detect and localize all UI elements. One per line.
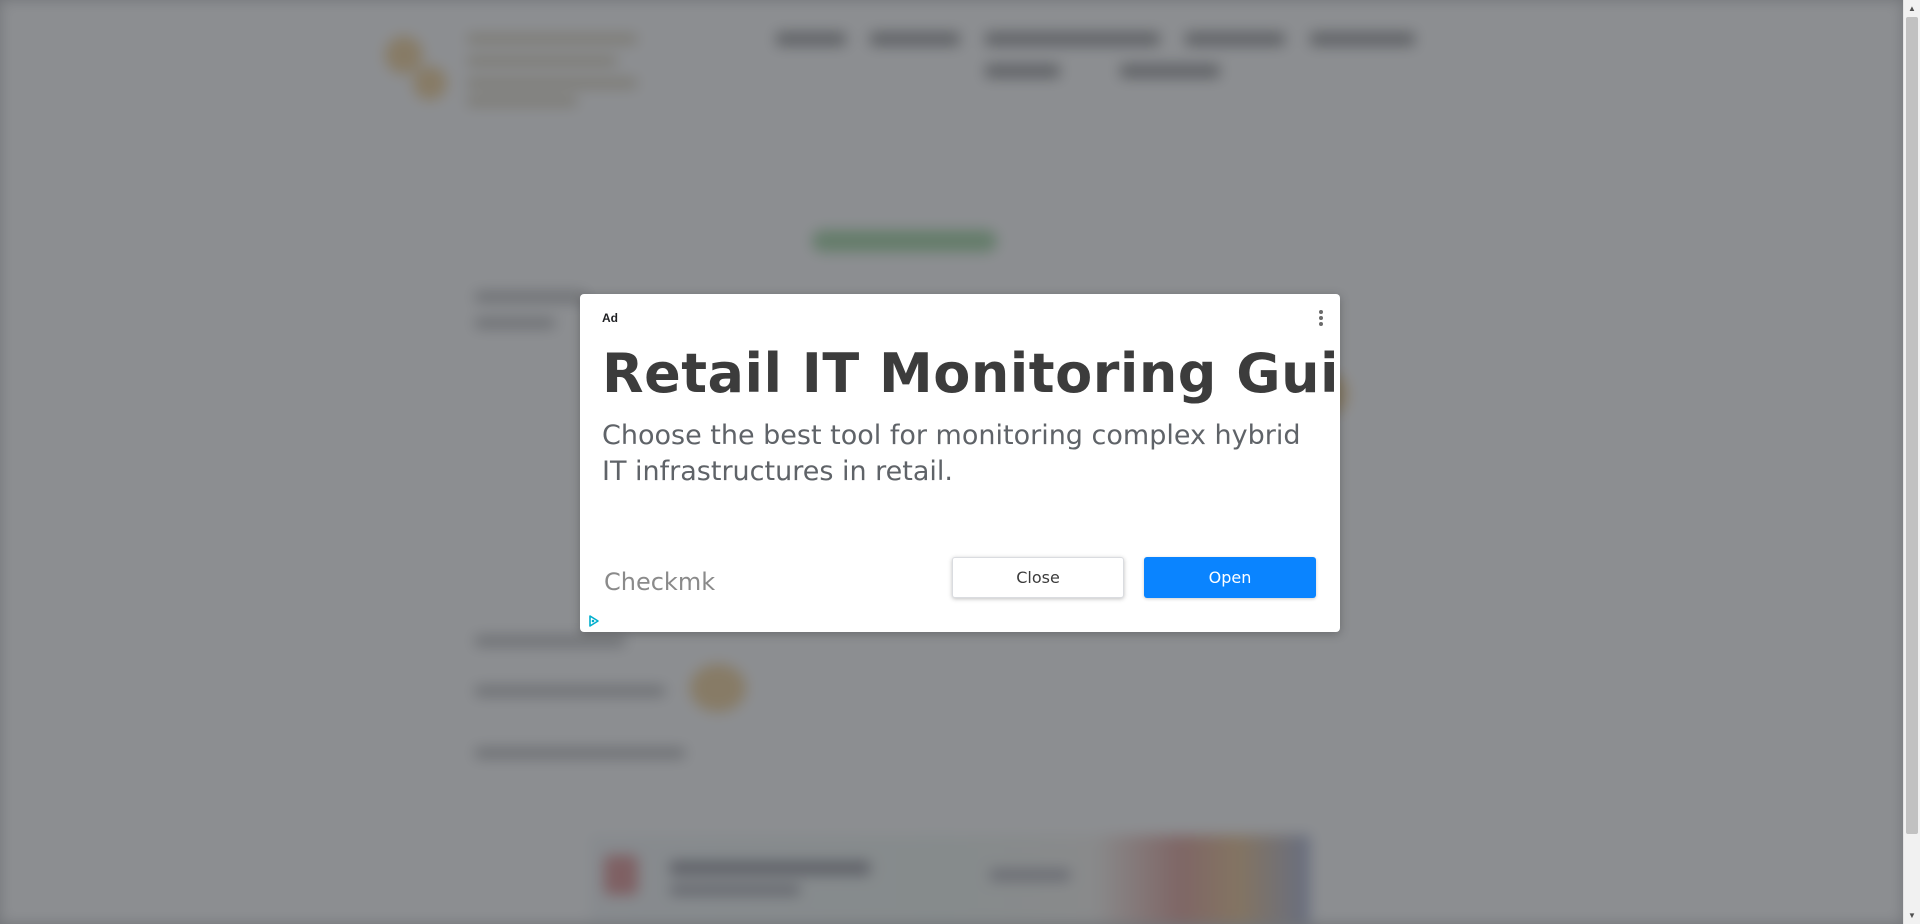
interstitial-ad: Ad Retail IT Monitoring Guide Choose the… <box>580 294 1340 632</box>
open-button[interactable]: Open <box>1144 557 1316 598</box>
scrollbar-thumb[interactable] <box>1906 17 1918 834</box>
ad-description[interactable]: Choose the best tool for monitoring comp… <box>602 418 1322 490</box>
adchoices-icon[interactable] <box>587 614 601 628</box>
ad-label: Ad <box>602 311 618 325</box>
scroll-up-arrow[interactable]: ▲ <box>1904 0 1920 17</box>
scroll-down-arrow[interactable]: ▼ <box>1904 907 1920 924</box>
close-button[interactable]: Close <box>952 557 1124 598</box>
more-vert-icon[interactable] <box>1314 308 1328 328</box>
vertical-scrollbar[interactable]: ▲ ▼ <box>1903 0 1920 924</box>
ad-headline[interactable]: Retail IT Monitoring Guide <box>602 344 1340 404</box>
ad-advertiser[interactable]: Checkmk <box>604 568 715 596</box>
